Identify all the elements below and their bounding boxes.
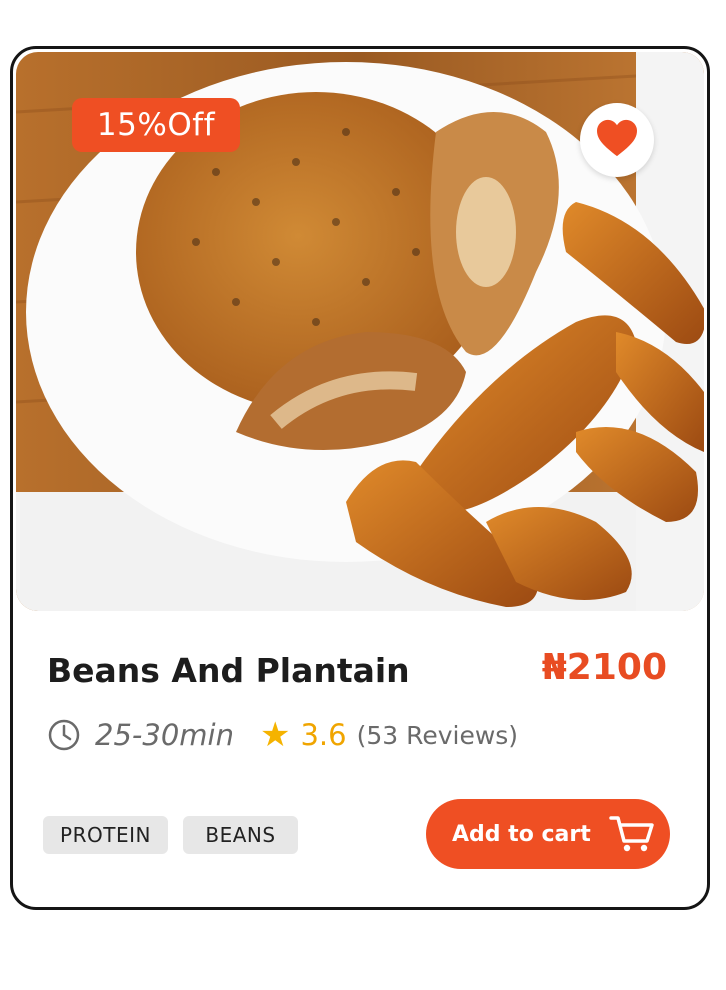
clock-icon	[47, 718, 81, 752]
review-count: (53 Reviews)	[356, 720, 519, 750]
favorite-button[interactable]	[580, 103, 654, 177]
add-to-cart-button[interactable]: Add to cart	[426, 799, 670, 869]
product-name: Beans And Plantain	[47, 651, 410, 690]
star-icon: ★	[259, 715, 291, 755]
product-card[interactable]: 15%Off Beans And Plantain ₦2100 25-30min…	[10, 46, 710, 910]
tag-beans: BEANS	[183, 816, 298, 854]
tag-protein: PROTEIN	[43, 816, 168, 854]
discount-badge: 15%Off	[72, 98, 240, 152]
product-meta: 25-30min ★ 3.6 (53 Reviews)	[47, 713, 518, 757]
product-price: ₦2100	[541, 647, 667, 688]
rating-value: 3.6	[300, 718, 347, 752]
heart-icon	[595, 118, 639, 162]
add-to-cart-label: Add to cart	[452, 821, 591, 847]
delivery-time: 25-30min	[95, 718, 234, 752]
shopping-cart-icon	[608, 814, 655, 854]
